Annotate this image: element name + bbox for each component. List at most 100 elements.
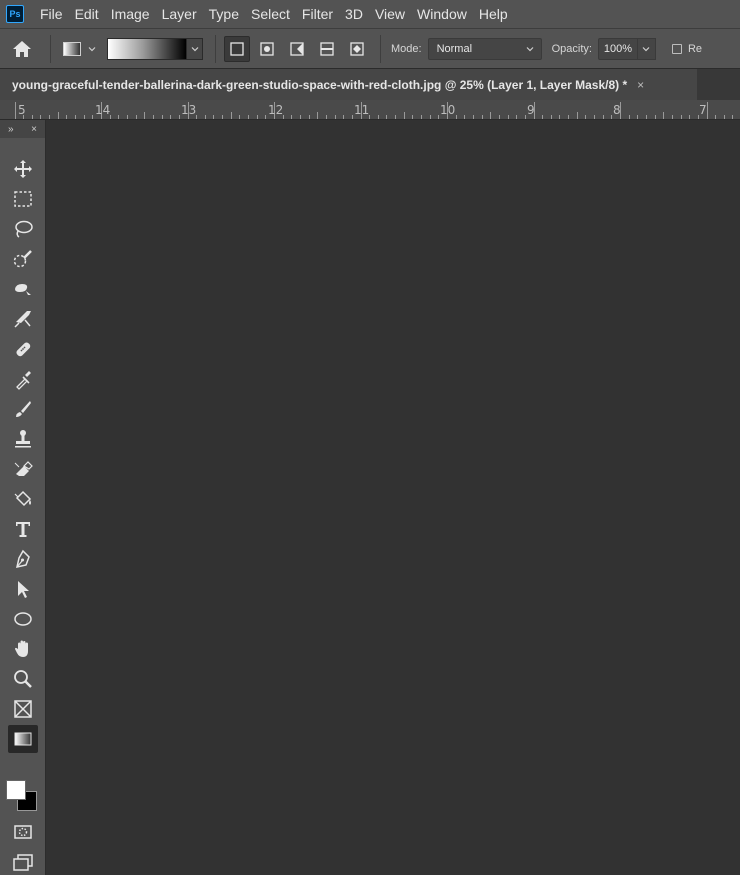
marquee-tool[interactable] [8,185,38,213]
document-tab-bar: young-graceful-tender-ballerina-dark-gre… [0,68,740,101]
home-icon [13,40,31,57]
radial-gradient-icon [260,41,274,56]
pen-icon [16,549,30,568]
ruler-label: 5 [18,103,26,117]
crop-tool[interactable] [8,305,38,333]
crop-icon [14,311,31,328]
menu-help[interactable]: Help [473,0,514,28]
healing-brush-tool[interactable] [8,335,38,363]
ruler-label: 7 [699,103,707,117]
divider [50,34,51,63]
ruler-label: 9 [527,103,535,117]
mode-select[interactable]: Normal [427,37,542,60]
quick-mask-button[interactable] [8,818,38,846]
menu-filter[interactable]: Filter [296,0,339,28]
angle-gradient-button[interactable] [284,36,310,62]
hand-tool[interactable] [8,635,38,663]
gradient-dropdown-button[interactable] [187,37,203,60]
ruler-ticks [15,102,733,119]
ellipse-icon [14,612,32,626]
menu-edit[interactable]: Edit [69,0,105,28]
close-panel-icon[interactable]: × [31,124,37,135]
foreground-color-swatch[interactable] [6,780,26,800]
ruler-label: 13 [181,103,197,117]
tool-preset-icon [63,41,81,56]
photoshop-logo: Ps [6,5,24,23]
hand-icon [15,640,28,657]
brush-icon [16,401,31,417]
divider [380,34,381,63]
move-tool[interactable] [8,155,38,183]
menu-layer[interactable]: Layer [156,0,203,28]
linear-gradient-button[interactable] [224,35,250,62]
linear-gradient-icon [230,41,244,56]
screen-mode-button[interactable] [8,848,38,875]
type-tool[interactable] [8,515,38,543]
reflected-gradient-icon [320,41,334,56]
eyedropper-tool[interactable] [8,365,38,393]
mode-value: Normal [436,42,473,55]
path-selection-tool[interactable] [8,575,38,603]
menu-3d[interactable]: 3D [339,0,369,28]
frame-icon [14,700,32,718]
canvas-workspace[interactable] [46,120,740,875]
expand-panel-icon[interactable]: » [8,124,14,135]
document-title: young-graceful-tender-ballerina-dark-gre… [12,78,628,92]
menu-type[interactable]: Type [203,0,245,28]
history-brush-tool[interactable] [8,455,38,483]
home-button[interactable] [0,30,44,68]
opacity-input[interactable]: 100% [597,37,638,60]
chevron-down-icon [526,46,534,51]
menu-window[interactable]: Window [411,0,473,28]
quick-mask-icon [14,825,32,839]
cursor-arrow-icon [18,581,29,598]
object-selection-tool[interactable] [8,275,38,303]
horizontal-ruler[interactable]: 5 14 13 12 11 10 9 8 7 [0,100,740,120]
paint-bucket-tool[interactable] [8,485,38,513]
quick-selection-tool[interactable] [8,245,38,273]
zoom-tool[interactable] [8,665,38,693]
menu-select[interactable]: Select [245,0,296,28]
object-selection-icon [15,284,31,295]
divider [215,34,216,63]
eraser-icon [14,461,33,476]
pen-tool[interactable] [8,545,38,573]
menu-view[interactable]: View [369,0,411,28]
magnifier-icon [14,670,32,688]
eyedropper-icon [16,371,31,390]
move-icon [14,160,32,178]
reverse-label: Re [687,42,702,55]
gradient-preview[interactable] [107,37,187,60]
document-tab[interactable]: young-graceful-tender-ballerina-dark-gre… [0,69,697,101]
quick-selection-icon [13,250,32,268]
lasso-tool[interactable] [8,215,38,243]
mode-label: Mode: [391,42,422,55]
chevron-down-icon [643,46,650,51]
gradient-tool[interactable] [8,725,38,753]
opacity-dropdown-button[interactable] [637,37,656,60]
radial-gradient-button[interactable] [254,36,280,62]
reverse-checkbox[interactable] [671,43,682,54]
reflected-gradient-button[interactable] [314,36,340,62]
options-bar: Mode: Normal Opacity: 100% Re [0,28,740,68]
tools-panel: » × [0,120,46,875]
chevron-down-icon [191,46,198,51]
angle-gradient-icon [290,41,304,56]
menu-file[interactable]: File [34,0,69,28]
gradient-picker[interactable] [107,37,203,60]
frame-tool[interactable] [8,695,38,723]
tool-preset-picker[interactable] [57,34,103,64]
ellipse-tool[interactable] [8,605,38,633]
clone-stamp-tool[interactable] [8,425,38,453]
ruler-label: 10 [440,103,456,117]
stamp-icon [15,430,31,448]
bandage-icon [16,342,31,357]
diamond-gradient-button[interactable] [344,36,370,62]
ruler-label: 8 [613,103,621,117]
lasso-icon [15,220,33,238]
brush-tool[interactable] [8,395,38,423]
close-icon[interactable]: × [637,78,644,92]
rectangular-marquee-icon [14,191,32,207]
menu-image[interactable]: Image [105,0,156,28]
chevron-down-icon [88,46,96,51]
